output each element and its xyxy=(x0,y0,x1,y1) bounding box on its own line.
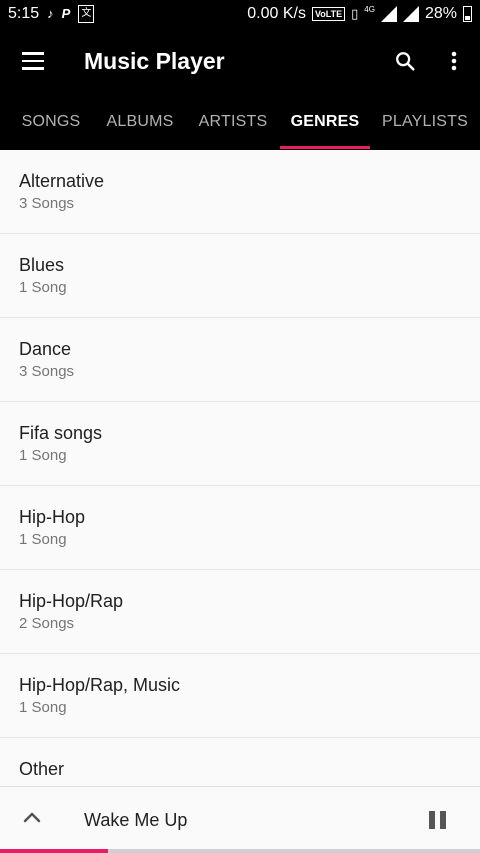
genre-song-count: 3 Songs xyxy=(19,195,75,212)
tab-artists[interactable]: ARTISTS xyxy=(190,94,276,150)
tab-playlists[interactable]: PLAYLISTS xyxy=(376,94,474,150)
search-icon[interactable] xyxy=(394,50,416,72)
expand-up-icon[interactable] xyxy=(22,810,42,824)
status-bar-left: 5:15 ♪ P 文 xyxy=(8,5,95,23)
genre-item[interactable]: Dance 3 Songs xyxy=(0,318,480,402)
parking-app-icon: P xyxy=(61,6,71,21)
genre-song-count: 2 Songs xyxy=(19,615,75,632)
genre-song-count: 1 Song xyxy=(19,531,67,548)
playback-progress-bar[interactable] xyxy=(0,849,480,853)
genre-song-count: 1 Song xyxy=(19,447,67,464)
menu-icon[interactable] xyxy=(22,52,44,70)
tab-bar: SONGS ALBUMS ARTISTS GENRES PLAYLISTS xyxy=(0,94,480,150)
now-playing-title: Wake Me Up xyxy=(84,810,188,830)
genre-name: Hip-Hop xyxy=(19,507,86,527)
genre-name: Blues xyxy=(19,255,65,275)
genre-song-count: 1 Song xyxy=(19,699,67,716)
genre-item[interactable]: Hip-Hop/Rap 2 Songs xyxy=(0,570,480,654)
battery-level: 28% xyxy=(424,5,457,22)
genre-name: Fifa songs xyxy=(19,423,103,443)
app-title: Music Player xyxy=(84,48,225,74)
status-bar-right: 0.00 K/s VoLTE ▯ 4G 28% xyxy=(247,5,472,23)
app-bar: Music Player xyxy=(0,30,480,94)
genre-item[interactable]: Fifa songs 1 Song xyxy=(0,402,480,486)
pause-icon[interactable] xyxy=(428,811,448,829)
genre-item[interactable]: Other xyxy=(0,738,480,786)
battery-icon xyxy=(463,6,472,22)
volte-badge: VoLTE xyxy=(311,7,346,21)
genre-item[interactable]: Hip-Hop/Rap, Music 1 Song xyxy=(0,654,480,738)
tab-genres[interactable]: GENRES xyxy=(280,94,370,150)
genre-item[interactable]: Blues 1 Song xyxy=(0,234,480,318)
genre-name: Hip-Hop/Rap xyxy=(19,591,124,611)
status-bar: 5:15 ♪ P 文 0.00 K/s VoLTE ▯ 4G 28% xyxy=(0,0,480,30)
genre-song-count: 3 Songs xyxy=(19,363,75,380)
translate-app-icon: 文 xyxy=(78,5,95,23)
notification-app-icon: ♪ xyxy=(47,6,54,21)
genre-list: Alternative 3 Songs Blues 1 Song Dance 3… xyxy=(0,150,480,786)
vibrate-icon: ▯ xyxy=(351,6,359,21)
genre-item[interactable]: Hip-Hop 1 Song xyxy=(0,486,480,570)
playback-progress-fill xyxy=(0,849,108,853)
genre-name: Dance xyxy=(19,339,72,359)
signal-icon-secondary xyxy=(402,6,419,22)
more-vert-icon[interactable] xyxy=(446,50,462,72)
net-speed: 0.00 K/s xyxy=(247,5,306,22)
now-playing-bar[interactable]: Wake Me Up xyxy=(0,786,480,853)
genre-song-count: 1 Song xyxy=(19,279,67,296)
status-time: 5:15 xyxy=(8,5,40,22)
network-type: 4G xyxy=(364,5,375,14)
genre-name: Alternative xyxy=(19,171,105,191)
signal-icon xyxy=(380,6,397,22)
genre-name: Other xyxy=(19,759,65,779)
tab-songs[interactable]: SONGS xyxy=(12,94,90,150)
tab-indicator xyxy=(280,146,370,149)
tab-albums[interactable]: ALBUMS xyxy=(98,94,182,150)
genre-item[interactable]: Alternative 3 Songs xyxy=(0,150,480,234)
genre-name: Hip-Hop/Rap, Music xyxy=(19,675,181,695)
